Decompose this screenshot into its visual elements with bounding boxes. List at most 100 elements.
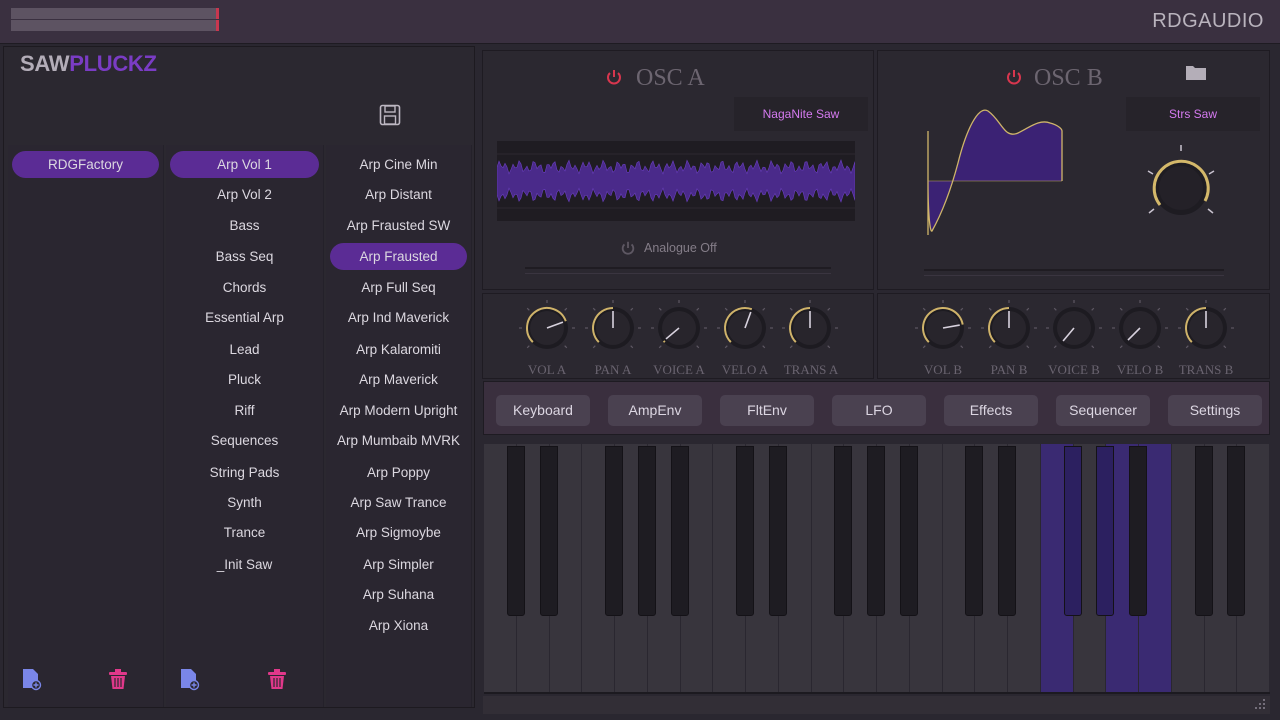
category-item[interactable]: Synth — [170, 489, 319, 516]
osc-b-wavetable-display — [927, 109, 1063, 235]
black-key[interactable] — [1063, 446, 1082, 616]
preset-item[interactable]: Arp Simpler — [330, 551, 467, 578]
delete-bank-icon[interactable] — [107, 667, 129, 691]
osc-a-title: OSC A — [636, 65, 705, 91]
black-key[interactable] — [768, 446, 787, 616]
category-item[interactable]: Bass Seq — [170, 243, 319, 270]
preset-item[interactable]: Arp Maverick — [330, 366, 467, 393]
osc-b-power-icon[interactable] — [1005, 68, 1023, 86]
add-bank-icon[interactable] — [20, 667, 42, 691]
analogue-power-icon[interactable] — [620, 240, 636, 256]
preset-item[interactable]: Arp Mumbaib MVRK — [330, 427, 467, 454]
brand-label: RDGAUDIO — [1152, 10, 1264, 32]
voice-b-knob[interactable] — [1044, 298, 1104, 358]
preset-item[interactable]: Arp Frausted — [330, 243, 467, 270]
preset-item[interactable]: Arp Frausted SW — [330, 212, 467, 239]
black-key[interactable] — [1227, 446, 1246, 616]
tab-keyboard[interactable]: Keyboard — [496, 395, 590, 426]
preset-item[interactable]: Arp Suhana — [330, 581, 467, 608]
black-key[interactable] — [637, 446, 656, 616]
osc-b-title: OSC B — [1034, 65, 1103, 91]
pan-b-knob[interactable] — [979, 298, 1039, 358]
black-key[interactable] — [506, 446, 525, 616]
bank-list: RDGFactory — [8, 145, 164, 707]
black-key[interactable] — [899, 446, 918, 616]
trans-b-knob[interactable] — [1176, 298, 1236, 358]
preset-item[interactable]: Arp Sigmoybe — [330, 519, 467, 546]
category-item[interactable]: _Init Saw — [170, 551, 319, 578]
category-item[interactable]: Arp Vol 2 — [170, 181, 319, 208]
preset-list: Arp Cine Min Arp Distant Arp Frausted SW… — [326, 145, 472, 707]
osc-a-wave-selector[interactable]: NagaNite Saw — [734, 97, 868, 131]
tab-sequencer[interactable]: Sequencer — [1056, 395, 1150, 426]
category-item[interactable]: String Pads — [170, 459, 319, 486]
black-key[interactable] — [965, 446, 984, 616]
category-item[interactable]: Chords — [170, 274, 319, 301]
black-key[interactable] — [867, 446, 885, 616]
trans-b-label: TRANS B — [1178, 362, 1234, 377]
preset-item[interactable]: Arp Ind Maverick — [330, 304, 467, 331]
preset-item[interactable]: Arp Kalaromiti — [330, 336, 467, 363]
preset-item[interactable]: Arp Modern Upright — [330, 397, 467, 424]
black-key[interactable] — [736, 446, 754, 616]
category-item[interactable]: Essential Arp — [170, 304, 319, 331]
osc-a-panel: OSC A NagaNite Saw Analogue Off — [482, 50, 874, 290]
preset-item[interactable]: Arp Cine Min — [330, 151, 467, 178]
black-key[interactable] — [998, 446, 1016, 616]
osc-b-knob-row: VOL B PAN B VOICE B VELO B TRANS B — [877, 293, 1270, 379]
preset-item[interactable]: Arp Poppy — [330, 459, 467, 486]
black-key[interactable] — [1194, 446, 1213, 616]
osc-b-position-knob[interactable] — [1138, 143, 1224, 229]
black-key[interactable] — [539, 446, 558, 616]
category-item[interactable]: Trance — [170, 519, 319, 546]
vol-a-knob[interactable] — [517, 298, 577, 358]
preset-item[interactable]: Arp Saw Trance — [330, 489, 467, 516]
category-item[interactable]: Lead — [170, 336, 319, 363]
velo-a-knob[interactable] — [715, 298, 775, 358]
category-item[interactable]: Pluck — [170, 366, 319, 393]
osc-a-power-icon[interactable] — [605, 68, 623, 86]
category-item[interactable]: Arp Vol 1 — [170, 151, 319, 178]
velo-b-knob[interactable] — [1110, 298, 1170, 358]
trans-a-label: TRANS A — [783, 362, 839, 377]
vol-b-knob[interactable] — [913, 298, 973, 358]
delete-preset-icon[interactable] — [266, 667, 288, 691]
trans-a-knob[interactable] — [780, 298, 840, 358]
category-item[interactable]: Riff — [170, 397, 319, 424]
tab-ampenv[interactable]: AmpEnv — [608, 395, 702, 426]
osc-a-waveform — [497, 141, 855, 221]
preset-item[interactable]: Arp Full Seq — [330, 274, 467, 301]
black-key[interactable] — [834, 446, 853, 616]
folder-icon[interactable] — [1185, 63, 1207, 81]
category-item[interactable]: Sequences — [170, 427, 319, 454]
osc-b-wave-selector[interactable]: Strs Saw — [1126, 97, 1260, 131]
black-key[interactable] — [605, 446, 623, 616]
save-icon[interactable] — [379, 103, 401, 127]
preset-item[interactable]: Arp Distant — [330, 181, 467, 208]
bottom-bar — [483, 696, 1270, 714]
tab-effects[interactable]: Effects — [944, 395, 1038, 426]
black-key[interactable] — [1129, 446, 1147, 616]
tab-lfo[interactable]: LFO — [832, 395, 926, 426]
preset-browser: SAWPLUCKZ RDGFactory Arp Vol 1 Arp Vol 2… — [3, 46, 475, 708]
level-meter-right — [11, 20, 219, 31]
analogue-toggle[interactable]: Analogue Off — [644, 241, 717, 255]
black-key[interactable] — [1096, 446, 1115, 616]
preset-item[interactable]: Arp Xiona — [330, 612, 467, 639]
add-preset-icon[interactable] — [178, 667, 200, 691]
voice-a-knob[interactable] — [649, 298, 709, 358]
piano-keyboard — [484, 444, 1270, 694]
black-key[interactable] — [670, 446, 689, 616]
resize-grip-icon[interactable] — [1254, 698, 1266, 710]
pan-a-knob[interactable] — [583, 298, 643, 358]
tab-fltenv[interactable]: FltEnv — [720, 395, 814, 426]
level-meter-left — [11, 8, 219, 19]
bank-item[interactable]: RDGFactory — [12, 151, 159, 178]
plugin-logo: SAWPLUCKZ — [20, 51, 157, 76]
tab-bar: Keyboard AmpEnv FltEnv LFO Effects Seque… — [483, 381, 1270, 435]
tab-settings[interactable]: Settings — [1168, 395, 1262, 426]
category-list: Arp Vol 1 Arp Vol 2 Bass Bass Seq Chords… — [166, 145, 324, 707]
top-bar: RDGAUDIO — [0, 0, 1280, 44]
osc-b-panel: OSC B Strs Saw — [877, 50, 1270, 290]
category-item[interactable]: Bass — [170, 212, 319, 239]
